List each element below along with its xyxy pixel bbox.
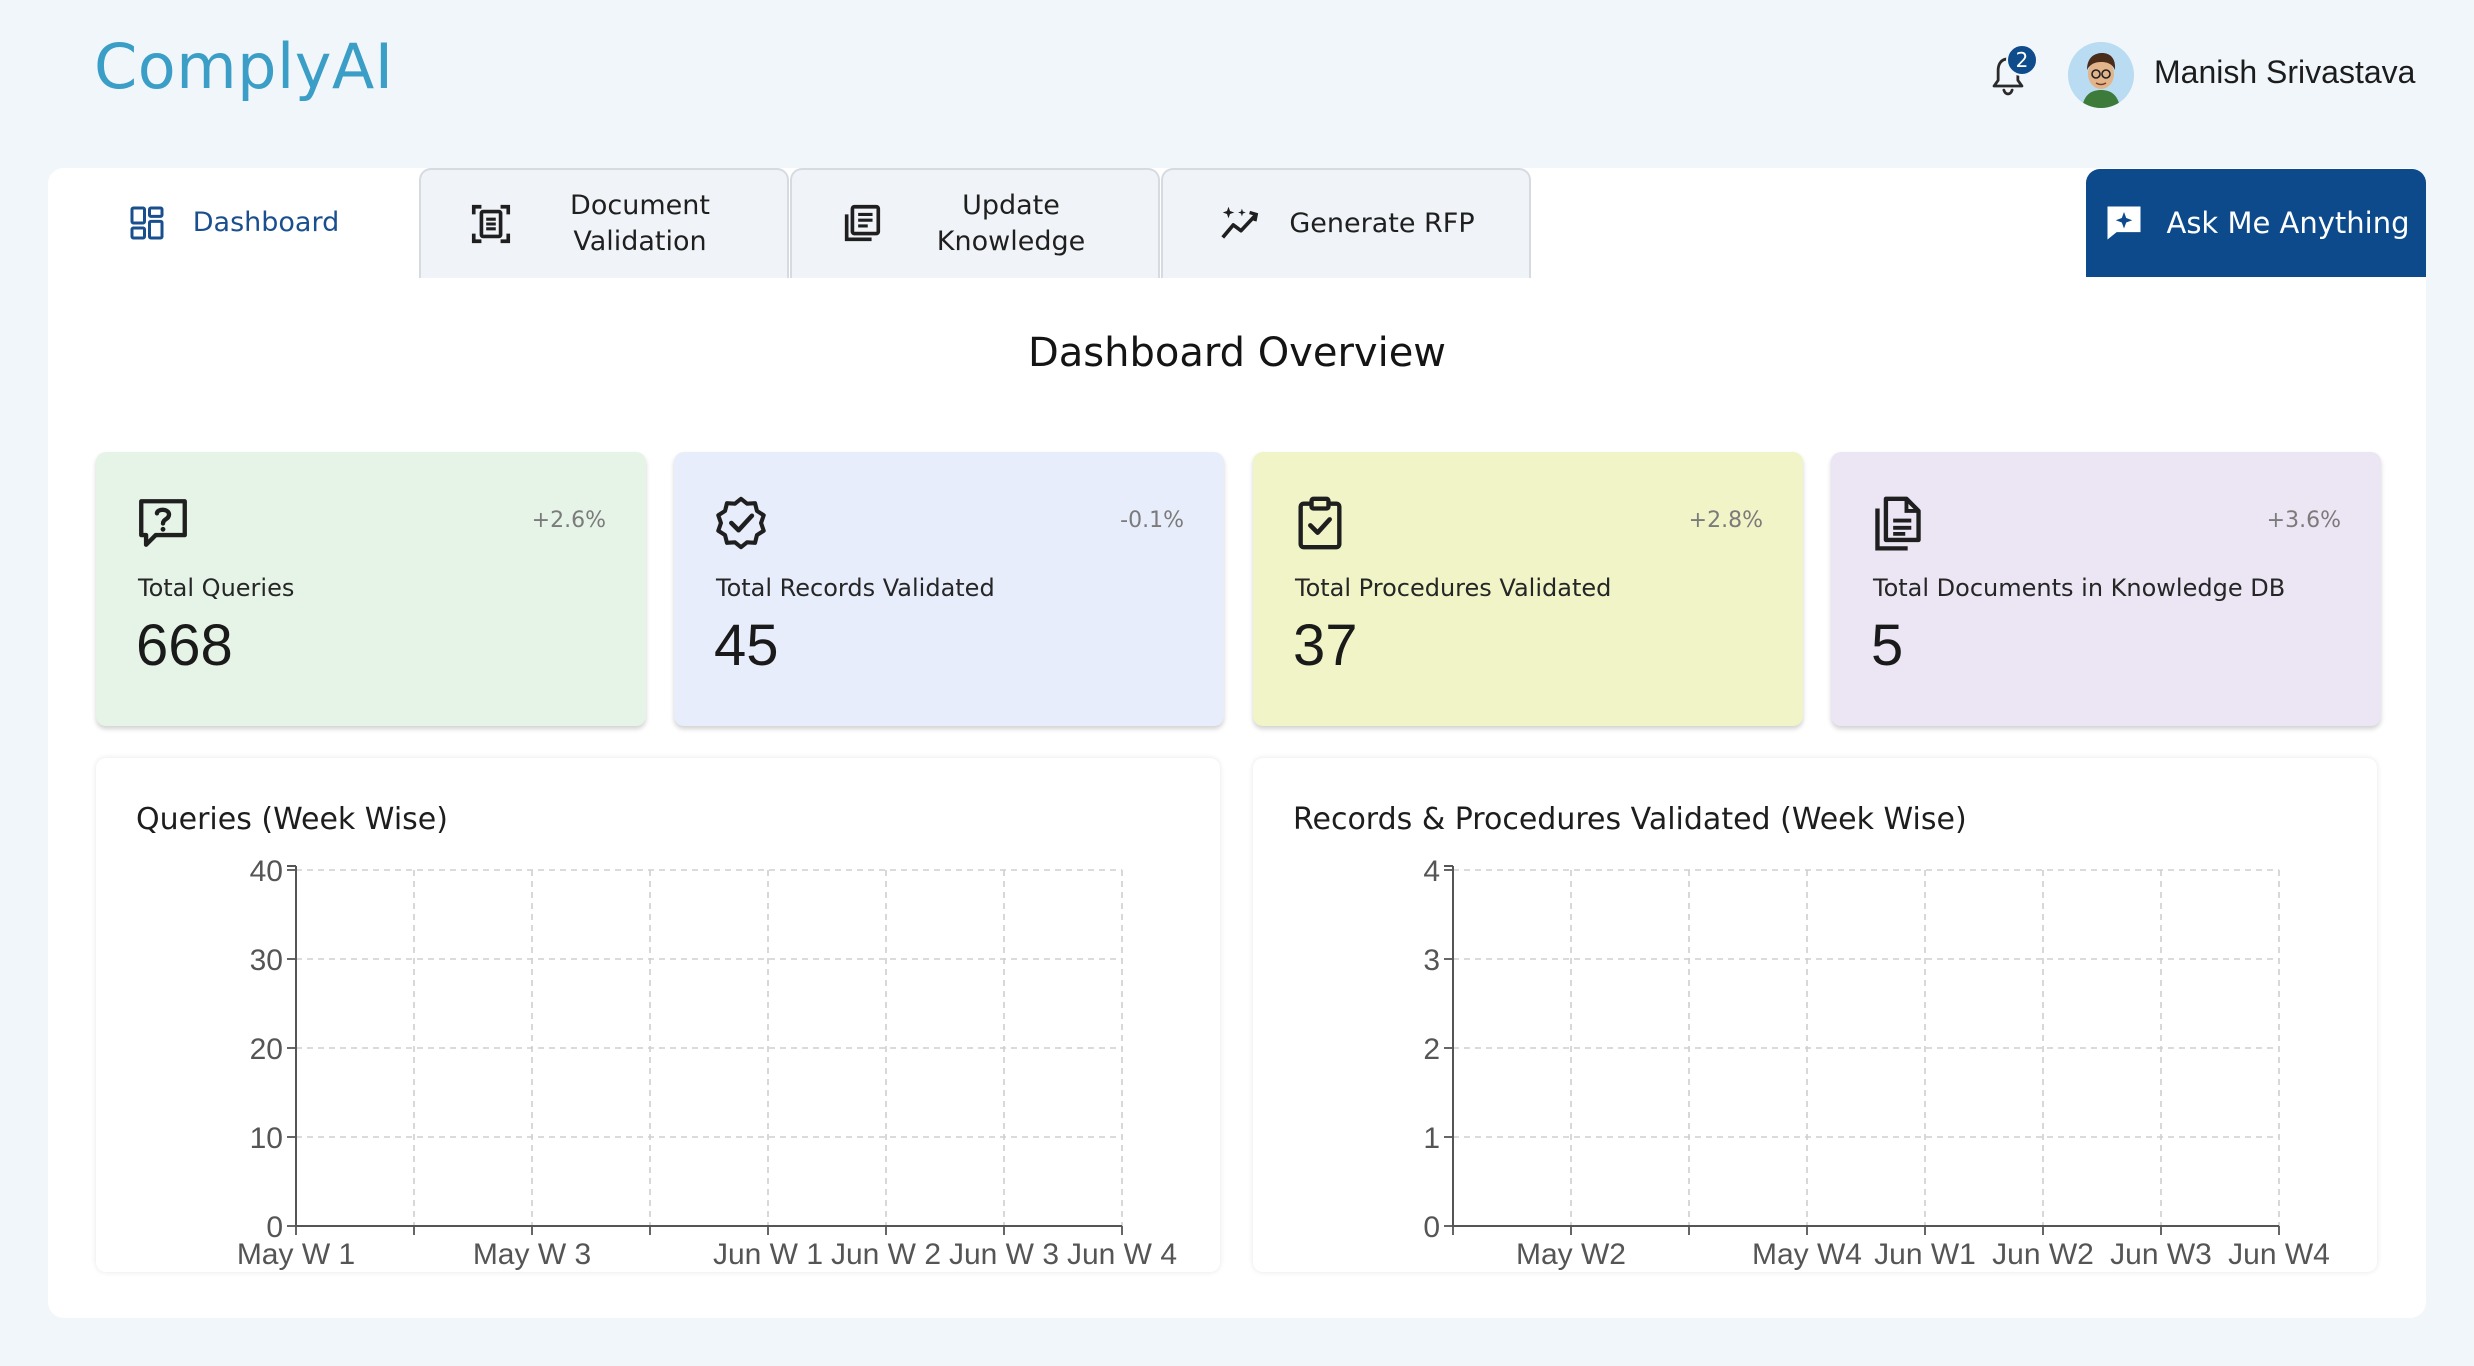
avatar-face-icon bbox=[2068, 42, 2134, 108]
document-scan-icon bbox=[471, 204, 511, 244]
x-tick-label: May W4 bbox=[1752, 1238, 1862, 1271]
x-tick-label: Jun W2 bbox=[1992, 1238, 2094, 1271]
stat-value: 668 bbox=[136, 613, 233, 678]
notification-count-badge: 2 bbox=[2006, 44, 2038, 76]
clipboard-check-icon bbox=[1298, 496, 1342, 550]
y-tick-label: 4 bbox=[1423, 855, 1440, 888]
y-tick-label: 1 bbox=[1423, 1122, 1440, 1155]
x-tick-label: Jun W1 bbox=[1874, 1238, 1976, 1271]
question-chat-icon bbox=[139, 499, 187, 547]
stat-label: Total Records Validated bbox=[716, 574, 995, 602]
x-tick-label: Jun W 3 bbox=[949, 1238, 1059, 1271]
stat-label: Total Procedures Validated bbox=[1295, 574, 1612, 602]
queries-chart: 010203040May W 1 May W 3 Jun W 1 Jun W 2 Jun… bbox=[237, 855, 1177, 1271]
chart-card-queries: Queries (Week Wise) 0 10 20 30 40 May W 1 May … bbox=[96, 758, 1220, 1272]
y-tick-label: 30 bbox=[250, 944, 283, 977]
y-tick-label: 40 bbox=[250, 855, 283, 888]
stat-label: Total Documents in Knowledge DB bbox=[1873, 574, 2286, 602]
dashboard-icon bbox=[130, 206, 164, 240]
records-procedures-chart: 0 1 2 3 4 May W2 May W4 Jun W1 Jun W2 Jun W3 Jun W… bbox=[1423, 855, 2330, 1271]
app-logo[interactable]: ComplyAI bbox=[94, 30, 394, 103]
top-header: ComplyAI 2 Manish Srivastava bbox=[0, 0, 2474, 160]
tab-update-knowledge[interactable]: Update Knowledge bbox=[790, 168, 1160, 278]
x-tick-label: Jun W3 bbox=[2110, 1238, 2212, 1271]
stat-value: 37 bbox=[1293, 613, 1358, 678]
ask-me-anything-button[interactable]: Ask Me Anything bbox=[2086, 169, 2426, 277]
chat-sparkle-icon bbox=[2107, 206, 2141, 240]
stat-card-procedures-validated[interactable]: +2.8% Total Procedures Validated 37 bbox=[1253, 452, 1803, 726]
tab-generate-rfp[interactable]: Generate RFP bbox=[1161, 168, 1531, 278]
x-tick-label: Jun W 1 bbox=[713, 1238, 823, 1271]
y-tick-label: 3 bbox=[1423, 944, 1440, 977]
document-icon bbox=[1875, 496, 1921, 551]
tab-dashboard[interactable]: Dashboard bbox=[48, 168, 418, 278]
tab-label: Update Knowledge bbox=[936, 190, 1086, 257]
tab-label: Dashboard bbox=[192, 207, 340, 238]
stat-card-documents-knowledge-db[interactable]: +3.6% Total Documents in Knowledge DB 5 bbox=[1831, 452, 2381, 726]
stat-value: 45 bbox=[714, 613, 779, 678]
y-tick-label: 10 bbox=[250, 1122, 283, 1155]
tab-label: Generate RFP bbox=[1289, 208, 1475, 239]
stat-card-records-validated[interactable]: -0.1% Total Records Validated 45 bbox=[674, 452, 1224, 726]
user-avatar[interactable] bbox=[2068, 42, 2134, 108]
y-tick-label: 0 bbox=[1423, 1211, 1440, 1244]
stat-label: Total Queries bbox=[138, 574, 295, 602]
library-icon bbox=[844, 204, 881, 242]
y-tick-label: 20 bbox=[250, 1033, 283, 1066]
x-tick-label: Jun W 4 bbox=[1067, 1238, 1177, 1271]
tab-document-validation[interactable]: Document Validation bbox=[419, 168, 789, 278]
x-tick-label: Jun W 2 bbox=[831, 1238, 941, 1271]
x-tick-label: May W 3 bbox=[473, 1238, 591, 1271]
tab-label: Document Validation bbox=[570, 190, 710, 257]
x-tick-label: Jun W4 bbox=[2228, 1238, 2330, 1271]
user-name[interactable]: Manish Srivastava bbox=[2154, 54, 2415, 91]
page-title: Dashboard Overview bbox=[1027, 330, 1447, 376]
verified-badge-icon bbox=[716, 496, 766, 550]
stat-value: 5 bbox=[1871, 613, 1904, 678]
stat-card-total-queries[interactable]: +2.6% Total Queries 668 bbox=[96, 452, 646, 726]
stat-change: -0.1% bbox=[1120, 508, 1184, 533]
y-tick-label: 2 bbox=[1423, 1033, 1440, 1066]
stat-change: +3.6% bbox=[2266, 508, 2341, 533]
ask-button-label: Ask Me Anything bbox=[2166, 206, 2410, 240]
chart-card-records-procedures: Records & Procedures Validated (Week Wis… bbox=[1253, 758, 2377, 1272]
stat-change: +2.6% bbox=[531, 508, 606, 533]
sparkle-chart-icon bbox=[1221, 206, 1259, 239]
x-tick-label: May W 1 bbox=[237, 1238, 355, 1271]
x-tick-label: May W2 bbox=[1516, 1238, 1626, 1271]
stat-change: +2.8% bbox=[1688, 508, 1763, 533]
